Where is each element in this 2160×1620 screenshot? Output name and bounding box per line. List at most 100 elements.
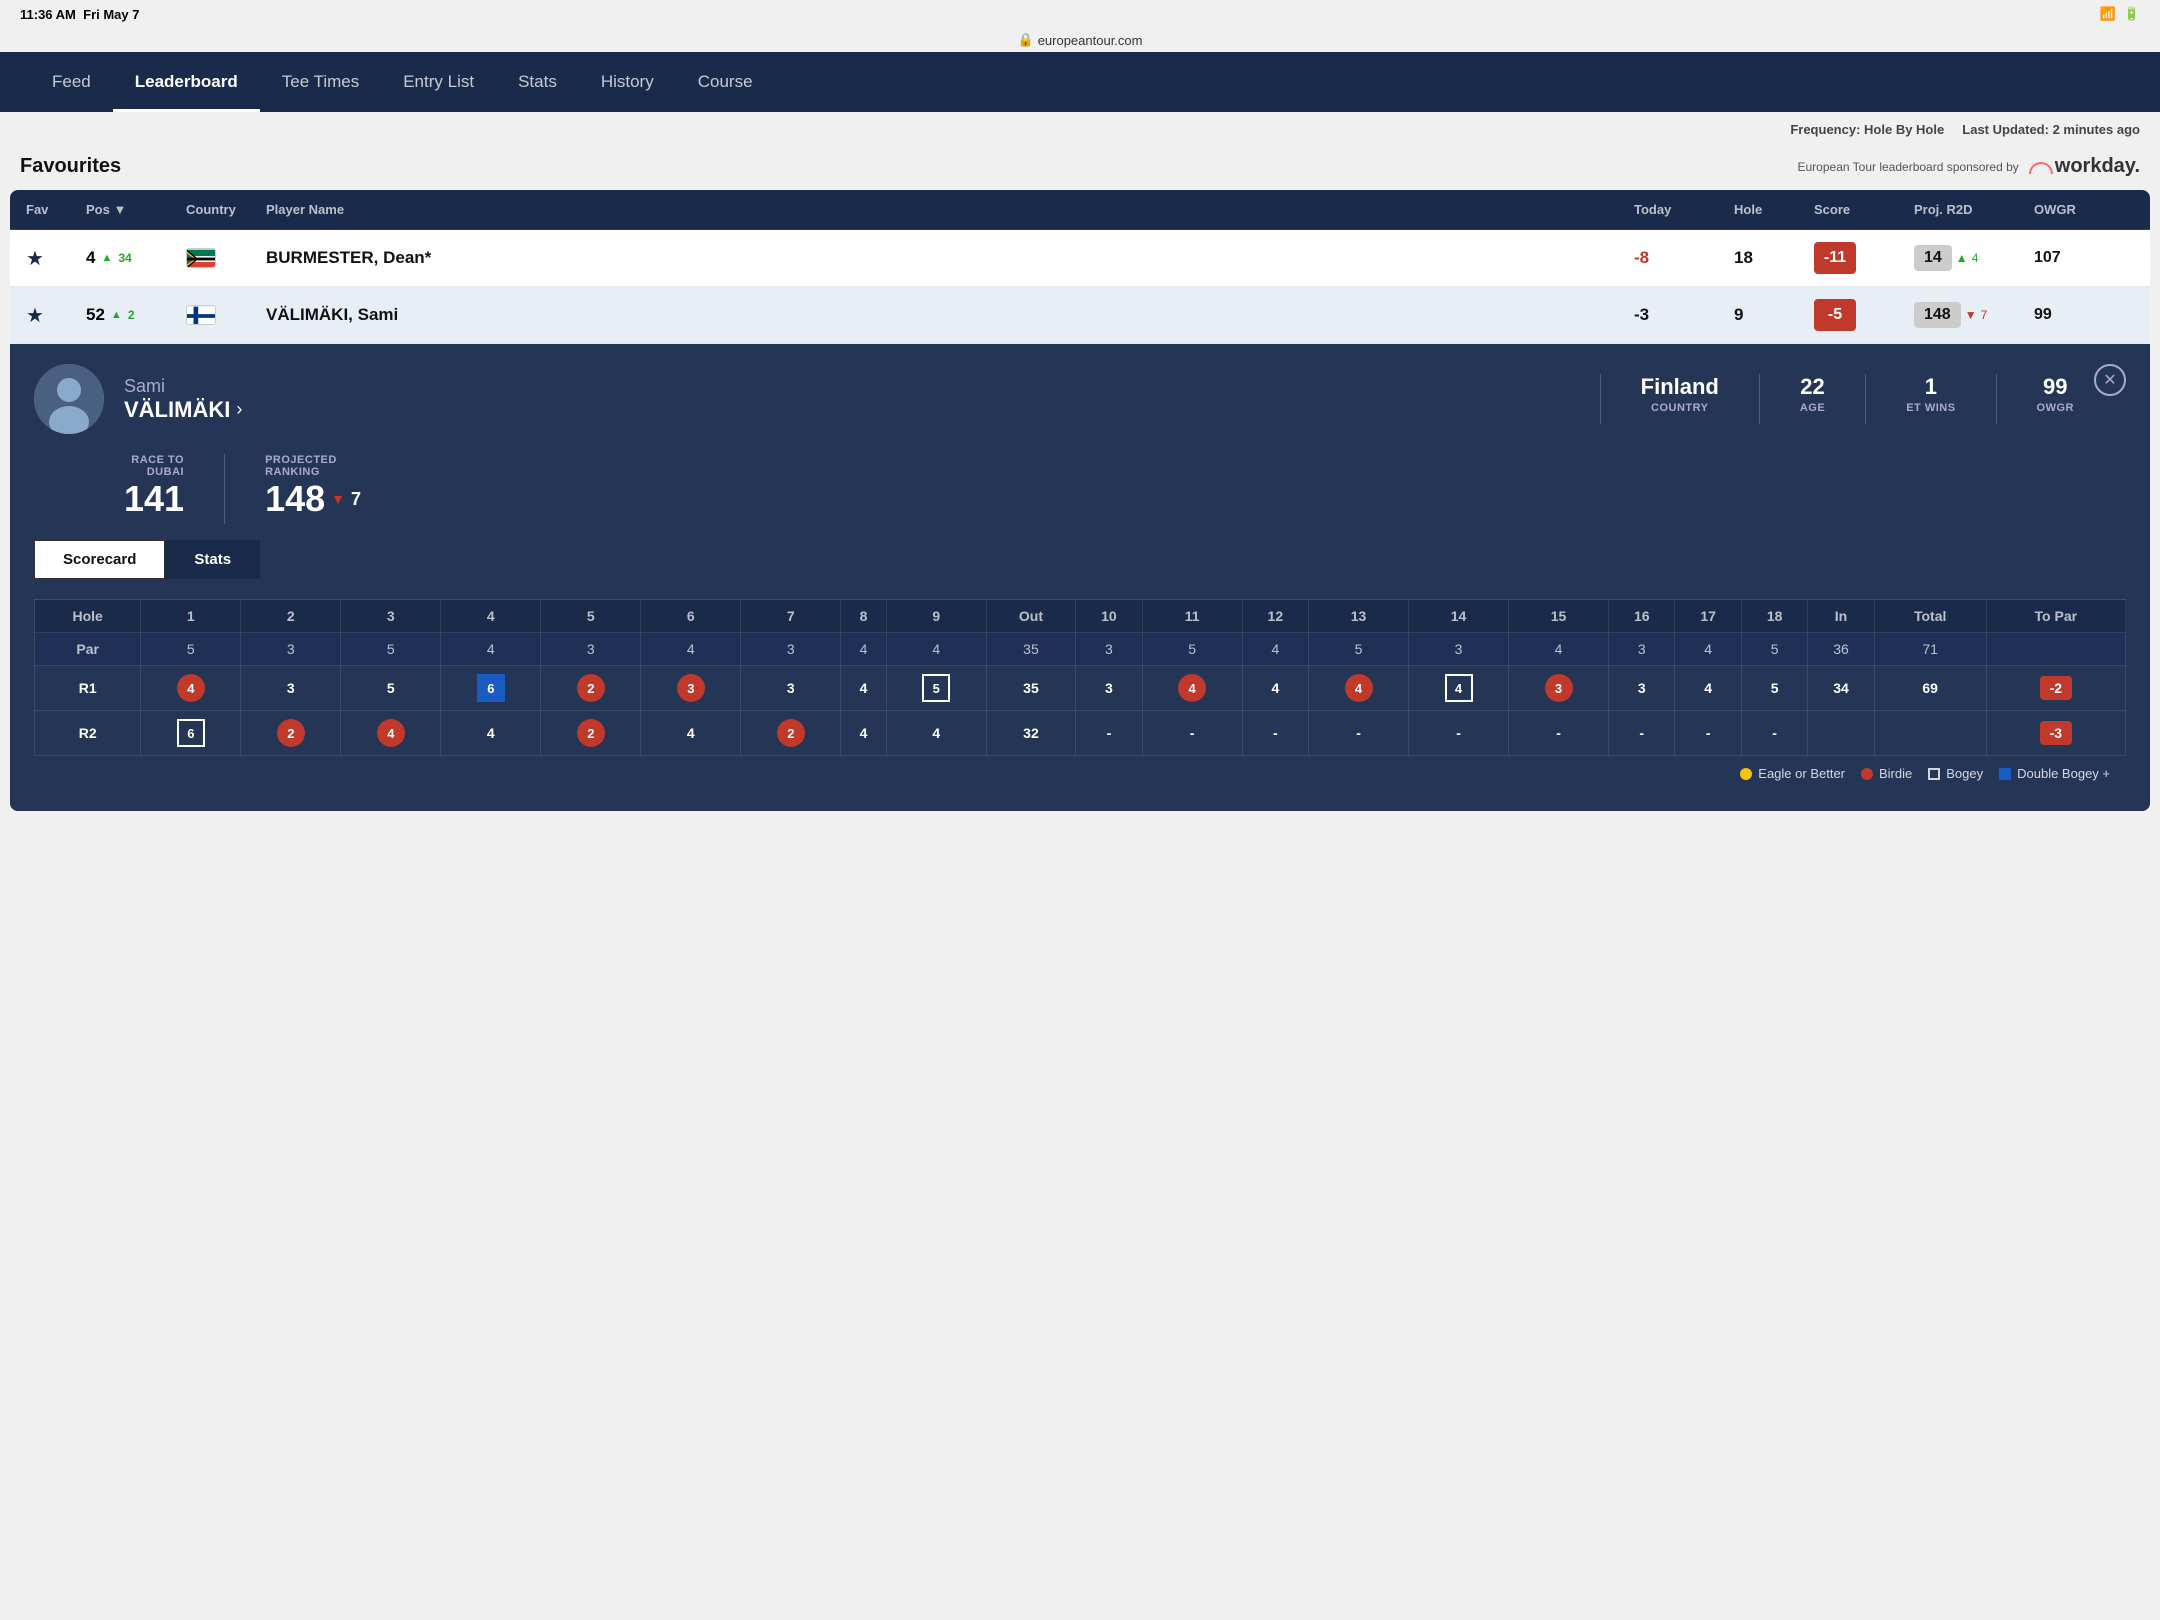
sponsor-text: European Tour leaderboard sponsored by [1798,160,2019,174]
r1-h18: 5 [1741,666,1807,711]
r1-out: 35 [986,666,1075,711]
par-16: 3 [1609,633,1675,666]
today-score-1: -8 [1634,248,1734,268]
r2-row: R2 6 2 4 4 2 4 2 4 4 32 - - - - [35,711,2126,756]
r1-h12: 4 [1242,666,1308,711]
sc-col-15: 15 [1509,600,1609,633]
favourite-star-1[interactable]: ★ [26,246,86,271]
r2-h10: - [1076,711,1142,756]
meta-bar: Frequency: Hole By Hole Last Updated: 2 … [0,112,2160,147]
scorecard-legend: Eagle or Better Birdie Bogey Double Boge… [34,756,2126,791]
r1-h15: 3 [1509,666,1609,711]
r1-h13: 4 [1309,666,1409,711]
url-bar: 🔒 europeantour.com [0,28,2160,52]
stat-divider-5 [224,454,225,524]
time-display: 11:36 AM Fri May 7 [20,7,139,22]
favourites-title: Favourites [20,155,121,178]
par-10: 3 [1076,633,1142,666]
r2-out: 32 [986,711,1075,756]
table-row: ★ 52 ▲ 2 VÄLIMÄKI, Sami -3 9 -5 148 ▼ [10,287,2150,344]
r1-h8: 4 [841,666,886,711]
legend-double-bogey-label: Double Bogey + [2017,766,2110,781]
player-avatar [34,364,104,434]
nav-history[interactable]: History [579,52,676,112]
url-text: europeantour.com [1038,33,1143,48]
sc-col-hole: Hole [35,600,141,633]
player-link-arrow-icon[interactable]: › [236,399,242,420]
proj-box-2: 148 [1914,302,1961,328]
tab-scorecard[interactable]: Scorecard [34,540,165,579]
par-1: 5 [141,633,241,666]
legend-birdie: Birdie [1861,766,1912,781]
par-2: 3 [241,633,341,666]
nav-tee-times[interactable]: Tee Times [260,52,381,112]
par-9: 4 [886,633,986,666]
r2-h14: - [1409,711,1509,756]
pos-number-1: 4 [86,248,95,268]
player-last-name: VÄLIMÄKI [124,397,230,423]
scorecard-table: Hole 1 2 3 4 5 6 7 8 9 Out 10 11 12 [34,599,2126,756]
r2-h3: 4 [341,711,441,756]
proj-change-1: 4 [1972,251,1979,265]
lock-icon: 🔒 [1018,32,1034,48]
nav-feed[interactable]: Feed [30,52,113,112]
nav-stats[interactable]: Stats [496,52,579,112]
scorecard-tabs: Scorecard Stats [34,540,2126,579]
r2-total [1874,711,1986,756]
r1-h6: 3 [641,666,741,711]
stat-country: Finland COUNTRY [1641,374,1719,414]
player-card-top: Sami VÄLIMÄKI › Finland COUNTRY 22 [34,364,2126,434]
leaderboard-header: Fav Pos ▼ Country Player Name Today Hole… [10,190,2150,230]
birdie-color-indicator [1861,768,1873,780]
sponsor-area: European Tour leaderboard sponsored by w… [1798,155,2141,178]
score-badge-1: -11 [1814,242,1856,274]
par-18: 5 [1741,633,1807,666]
updated-value: 2 minutes ago [2053,122,2140,137]
player-name-2[interactable]: VÄLIMÄKI, Sami [266,305,1634,325]
sc-col-16: 16 [1609,600,1675,633]
hole-1: 18 [1734,248,1814,268]
race-to-dubai-block: RACE TODUBAI 141 [124,454,184,520]
player-name-1[interactable]: BURMESTER, Dean* [266,248,1634,268]
par-5: 3 [541,633,641,666]
sc-col-9: 9 [886,600,986,633]
projected-ranking-block: PROJECTEDRANKING 148 ▼ 7 [265,454,361,520]
r1-h2: 3 [241,666,341,711]
nav-bar: Feed Leaderboard Tee Times Entry List St… [0,52,2160,112]
sc-col-3: 3 [341,600,441,633]
race-value: 141 [124,478,184,520]
r1-h16: 3 [1609,666,1675,711]
proj-arrow-up-icon: ▲ [1956,251,1968,265]
nav-leaderboard[interactable]: Leaderboard [113,52,260,112]
proj-ranking-value: 148 ▼ 7 [265,478,361,520]
stat-owgr-label: OWGR [2037,402,2074,414]
par-row: Par 5 3 5 4 3 4 3 4 4 35 3 5 4 5 [35,633,2126,666]
proj-box-1: 14 [1914,245,1952,271]
sc-col-8: 8 [841,600,886,633]
workday-logo: workday. [2029,155,2140,178]
sc-col-total: Total [1874,600,1986,633]
legend-bogey-label: Bogey [1946,766,1983,781]
owgr-2: 99 [2034,306,2134,324]
r2-h9: 4 [886,711,986,756]
sc-col-17: 17 [1675,600,1741,633]
favourite-star-2[interactable]: ★ [26,303,86,328]
proj-arrow-down-icon: ▼ [1965,308,1977,322]
r2-h8: 4 [841,711,886,756]
legend-eagle-label: Eagle or Better [1758,766,1845,781]
sc-col-5: 5 [541,600,641,633]
nav-course[interactable]: Course [676,52,775,112]
tab-stats[interactable]: Stats [165,540,260,579]
close-button[interactable]: ✕ [2094,364,2126,396]
table-row: ★ 4 ▲ 34 BURMESTER, Dean* -8 [10,230,2150,287]
sc-col-18: 18 [1741,600,1807,633]
par-11: 5 [1142,633,1242,666]
battery-icon: 🔋 [2124,6,2140,22]
nav-entry-list[interactable]: Entry List [381,52,496,112]
r2-h18: - [1741,711,1807,756]
stat-age-value: 22 [1800,374,1825,400]
player-expanded-card: Sami VÄLIMÄKI › Finland COUNTRY 22 [10,344,2150,811]
stat-age: 22 AGE [1800,374,1825,414]
today-score-2: -3 [1634,305,1734,325]
col-today: Today [1634,202,1734,217]
